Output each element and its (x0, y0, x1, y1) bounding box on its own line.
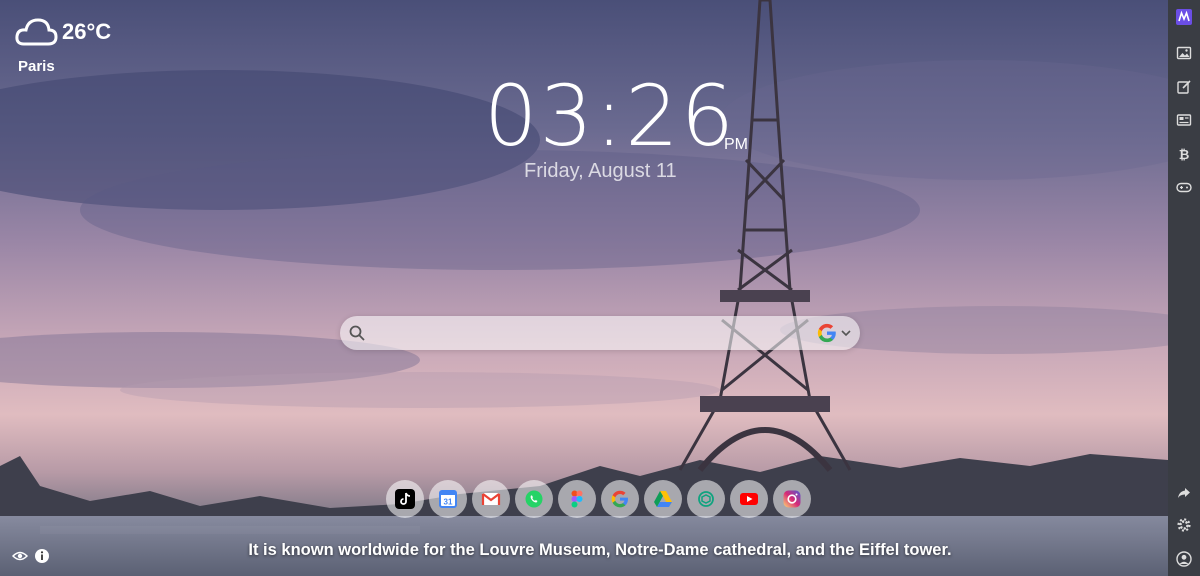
sidebar-logo-button[interactable] (1175, 8, 1193, 26)
youtube-icon (740, 493, 758, 505)
svg-text:₿: ₿ (1179, 148, 1190, 162)
clock-date: Friday, August 11 (524, 160, 677, 182)
app-google-drive[interactable] (644, 480, 682, 518)
weather-widget[interactable]: 26°C (14, 14, 111, 50)
chatgpt-icon (698, 491, 714, 507)
app-chatgpt[interactable] (687, 480, 725, 518)
google-g-icon (817, 323, 836, 343)
sidebar-games-button[interactable] (1175, 178, 1193, 196)
quote-text: It is known worldwide for the Louvre Mus… (248, 541, 952, 559)
user-icon (1176, 551, 1192, 567)
app-youtube[interactable] (730, 480, 768, 518)
clock-ampm: PM (724, 136, 748, 153)
whatsapp-icon (525, 490, 543, 508)
search-icon (349, 325, 365, 341)
note-icon (1177, 80, 1191, 94)
sidebar-crypto-button[interactable]: ₿ (1175, 145, 1193, 163)
gamepad-icon (1176, 182, 1192, 193)
app-dock: 31 (386, 480, 811, 518)
chevron-down-icon (841, 330, 851, 337)
app-google[interactable] (601, 480, 639, 518)
app-whatsapp[interactable] (515, 480, 553, 518)
logo-icon (1176, 9, 1192, 25)
eye-icon[interactable] (12, 548, 28, 564)
weather-temperature: 26°C (62, 19, 112, 44)
app-instagram[interactable] (773, 480, 811, 518)
app-gmail[interactable] (472, 480, 510, 518)
sidebar-wallpaper-button[interactable] (1175, 44, 1193, 62)
app-tiktok[interactable] (386, 480, 424, 518)
clock: 03:26 PM (484, 66, 784, 166)
share-icon (1178, 488, 1190, 498)
sidebar-account-button[interactable] (1175, 550, 1193, 568)
gear-icon (1177, 518, 1191, 532)
news-icon (1176, 114, 1192, 126)
app-google-calendar[interactable]: 31 (429, 480, 467, 518)
sidebar-settings-button[interactable] (1175, 516, 1193, 534)
calendar-icon: 31 (439, 490, 457, 508)
drive-icon (654, 491, 672, 507)
bitcoin-icon: ₿ (1179, 148, 1190, 162)
right-sidebar: ₿ (1168, 0, 1200, 576)
gmail-icon (481, 493, 501, 505)
cloud-icon (15, 18, 58, 46)
svg-text:31: 31 (444, 498, 453, 507)
figma-icon (571, 490, 583, 508)
google-icon (611, 490, 628, 508)
instagram-icon (783, 490, 801, 508)
search-input[interactable] (374, 320, 808, 348)
bottom-left-controls (12, 548, 50, 564)
sidebar-news-button[interactable] (1175, 111, 1193, 129)
clock-time: 03:26 (484, 67, 737, 165)
sidebar-share-button[interactable] (1175, 484, 1193, 502)
search-bar[interactable] (340, 316, 860, 350)
info-icon[interactable] (34, 548, 50, 564)
weather-city: Paris (18, 58, 55, 75)
image-icon (1176, 46, 1192, 60)
sidebar-notes-button[interactable] (1175, 78, 1193, 96)
tiktok-icon (395, 489, 415, 509)
search-engine-selector[interactable] (816, 322, 852, 344)
app-figma[interactable] (558, 480, 596, 518)
